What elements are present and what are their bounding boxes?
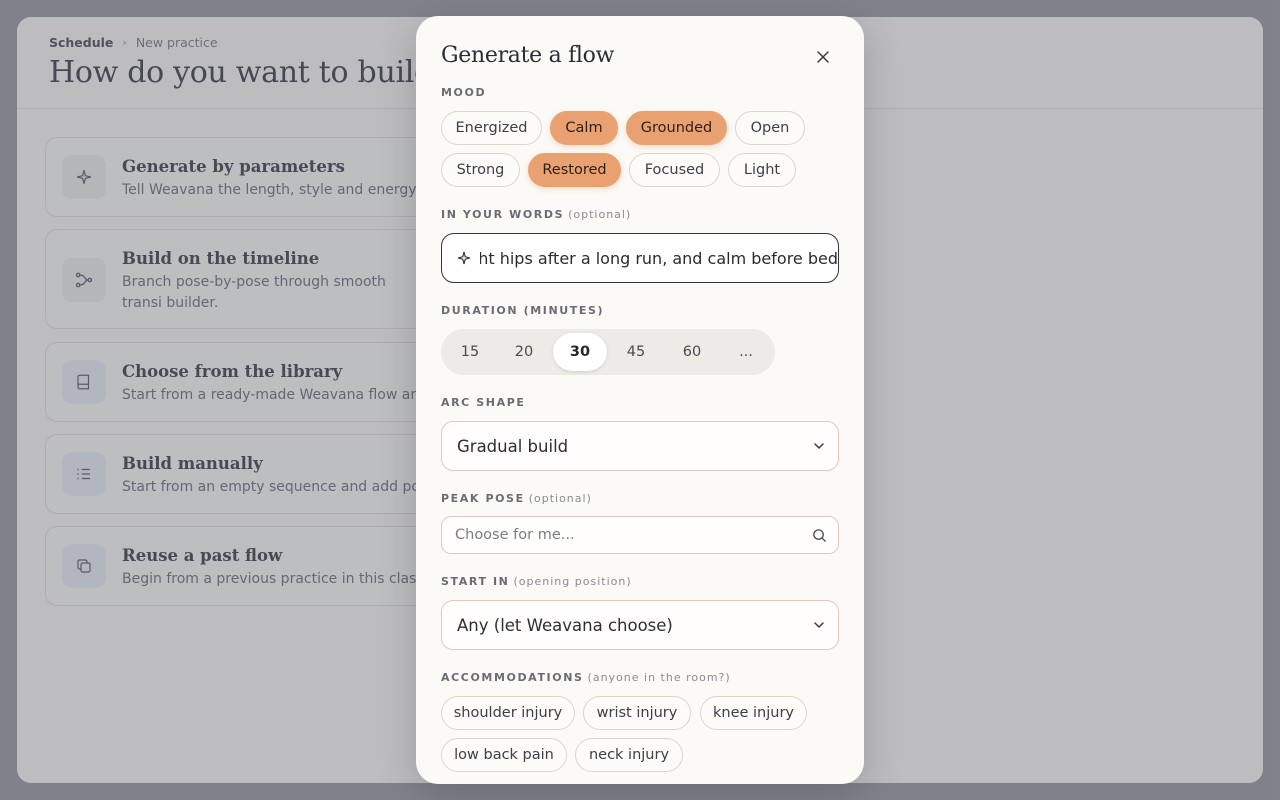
start-position-value: Any (let Weavana choose) <box>457 615 673 635</box>
peak-label: PEAK POSE (optional) <box>441 492 592 505</box>
mood-chip-strong[interactable]: Strong <box>441 153 520 187</box>
accommodation-low-back-pain[interactable]: low back pain <box>441 738 567 772</box>
arc-shape-value: Gradual build <box>457 436 569 456</box>
arc-shape-select[interactable]: Gradual build <box>441 421 839 471</box>
sparkle-icon <box>457 251 471 265</box>
chevron-down-icon <box>814 443 824 450</box>
accommodations-label: ACCOMMODATIONS (anyone in the room?) <box>441 671 731 684</box>
mood-label: MOOD <box>441 86 487 99</box>
duration-30[interactable]: 30 <box>553 333 607 371</box>
generate-flow-modal: Generate a flow MOOD Energized Calm Grou… <box>416 16 864 784</box>
duration-20[interactable]: 20 <box>497 333 551 371</box>
peak-pose-field[interactable] <box>441 516 839 554</box>
words-input[interactable] <box>480 248 838 268</box>
words-field[interactable] <box>441 233 839 283</box>
duration-more[interactable]: ... <box>719 333 773 371</box>
words-label: IN YOUR WORDS (optional) <box>441 208 632 221</box>
duration-15[interactable]: 15 <box>443 333 497 371</box>
mood-chip-grounded[interactable]: Grounded <box>626 111 727 145</box>
duration-45[interactable]: 45 <box>609 333 663 371</box>
duration-segmented: 15 20 30 45 60 ... <box>441 329 775 375</box>
start-label: START IN (opening position) <box>441 575 632 588</box>
mood-chip-open[interactable]: Open <box>735 111 805 145</box>
mood-chip-calm[interactable]: Calm <box>550 111 618 145</box>
peak-pose-input[interactable] <box>455 527 795 543</box>
mood-chip-light[interactable]: Light <box>728 153 796 187</box>
mood-chip-restored[interactable]: Restored <box>528 153 621 187</box>
arc-label: ARC SHAPE <box>441 396 526 409</box>
accommodation-wrist-injury[interactable]: wrist injury <box>583 696 691 730</box>
close-icon <box>817 51 829 63</box>
duration-60[interactable]: 60 <box>665 333 719 371</box>
modal-title: Generate a flow <box>441 43 615 68</box>
accommodation-neck-injury[interactable]: neck injury <box>575 738 683 772</box>
start-position-select[interactable]: Any (let Weavana choose) <box>441 600 839 650</box>
search-icon <box>813 529 826 542</box>
mood-chip-energized[interactable]: Energized <box>441 111 542 145</box>
mood-chip-focused[interactable]: Focused <box>629 153 720 187</box>
accommodation-shoulder-injury[interactable]: shoulder injury <box>441 696 575 730</box>
accommodation-knee-injury[interactable]: knee injury <box>700 696 807 730</box>
duration-label: DURATION (MINUTES) <box>441 304 605 317</box>
chevron-down-icon <box>814 622 824 629</box>
close-button[interactable] <box>810 44 836 70</box>
